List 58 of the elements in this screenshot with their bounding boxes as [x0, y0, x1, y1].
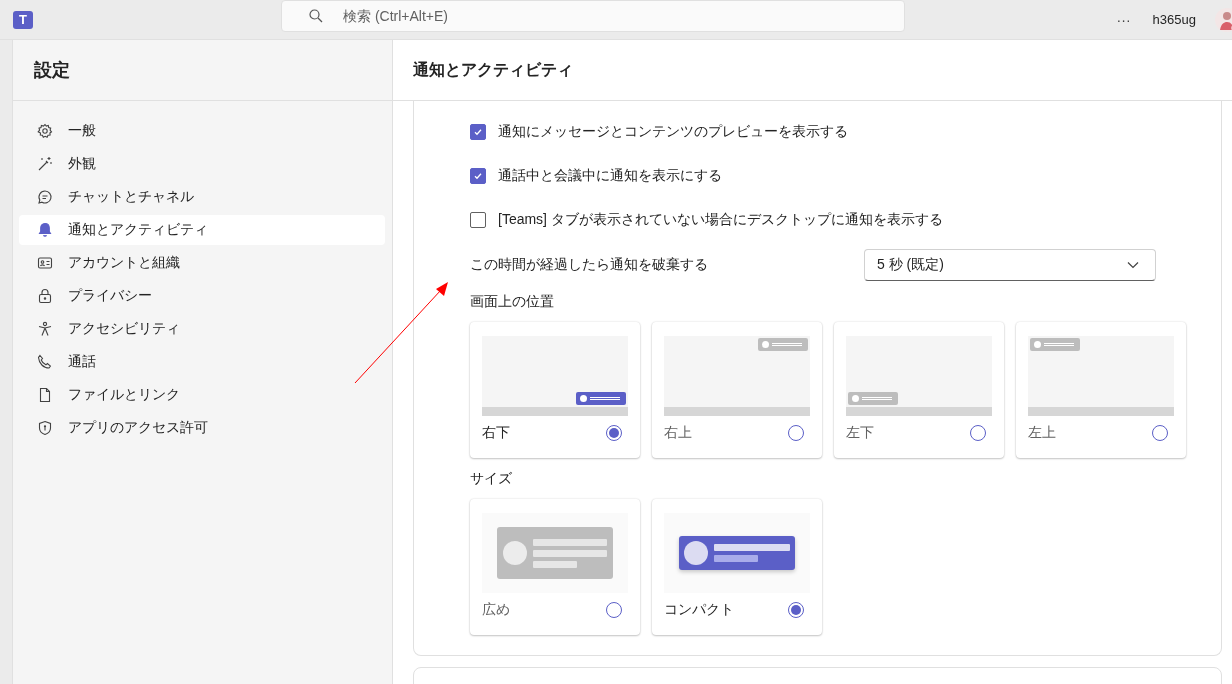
chat-icon: [37, 189, 53, 205]
sidebar-item[interactable]: アカウントと組織: [19, 248, 385, 278]
user-name: h365ug: [1152, 12, 1196, 27]
section-label: 画面上の位置: [470, 293, 555, 311]
position-option[interactable]: 左上: [1016, 322, 1186, 458]
bell-icon: [37, 222, 53, 238]
shield-icon: [37, 420, 53, 436]
checkmark-icon: [473, 171, 483, 181]
sidebar-item[interactable]: プライバシー: [19, 281, 385, 311]
search-field[interactable]: 検索 (Ctrl+Alt+E): [341, 7, 904, 25]
sidebar-item[interactable]: ファイルとリンク: [19, 380, 385, 410]
duration-dropdown[interactable]: 5 秒 (既定): [864, 249, 1156, 281]
size-option[interactable]: 広め: [470, 499, 640, 635]
document-icon: [37, 387, 53, 403]
toast-preview: [758, 338, 808, 351]
option-label: 広め: [482, 601, 510, 619]
gear-icon: [37, 123, 53, 139]
option-label: 左上: [1028, 424, 1056, 442]
settings-title: 設定: [13, 40, 392, 101]
checkmark-icon: [473, 127, 483, 137]
wand-icon: [37, 156, 53, 172]
checkbox-option[interactable]: 通話中と会議中に通知を表示にする: [470, 154, 1221, 198]
position-option[interactable]: 右下: [470, 322, 640, 458]
toast-preview: [576, 392, 626, 405]
avatar-icon[interactable]: [1214, 6, 1232, 33]
checkbox-option[interactable]: 通知にメッセージとコンテンツのプレビューを表示する: [470, 110, 1221, 154]
checkbox[interactable]: [470, 212, 486, 228]
size-option[interactable]: コンパクト: [652, 499, 822, 635]
sidebar-item[interactable]: アプリのアクセス許可: [19, 413, 385, 443]
search-bar[interactable]: 検索 (Ctrl+Alt+E): [281, 0, 905, 32]
option-label: コンパクト: [664, 601, 734, 619]
section-label: サイズ: [470, 470, 513, 488]
option-label: 右上: [664, 424, 692, 442]
option-label: 左下: [846, 424, 874, 442]
search-icon: [309, 9, 323, 23]
sidebar-item[interactable]: チャットとチャネル: [19, 182, 385, 212]
sidebar-item[interactable]: アクセシビリティ: [19, 314, 385, 344]
toast-preview: [1030, 338, 1080, 351]
dismiss-label: この時間が経過したら通知を破棄する: [470, 256, 708, 274]
position-option[interactable]: 右上: [652, 322, 822, 458]
phone-icon: [37, 354, 53, 370]
sidebar-item[interactable]: 通話: [19, 347, 385, 377]
id-card-icon: [37, 255, 53, 271]
lock-icon: [37, 288, 53, 304]
person-icon: [37, 321, 53, 337]
checkbox[interactable]: [470, 124, 486, 140]
option-label: 右下: [482, 424, 510, 442]
chevron-down-icon: [1127, 261, 1139, 269]
page-title: 通知とアクティビティ: [413, 59, 573, 80]
sidebar-item[interactable]: 通知とアクティビティ: [19, 215, 385, 245]
sidebar-item[interactable]: 一般: [19, 116, 385, 146]
checkbox[interactable]: [470, 168, 486, 184]
position-option[interactable]: 左下: [834, 322, 1004, 458]
app-logo[interactable]: T: [13, 10, 33, 29]
sidebar-item[interactable]: 外観: [19, 149, 385, 179]
checkbox-option[interactable]: [Teams] タブが表示されていない場合にデスクトップに通知を表示する: [470, 198, 1221, 242]
more-button[interactable]: ···: [1112, 11, 1135, 28]
toast-preview: [848, 392, 898, 405]
